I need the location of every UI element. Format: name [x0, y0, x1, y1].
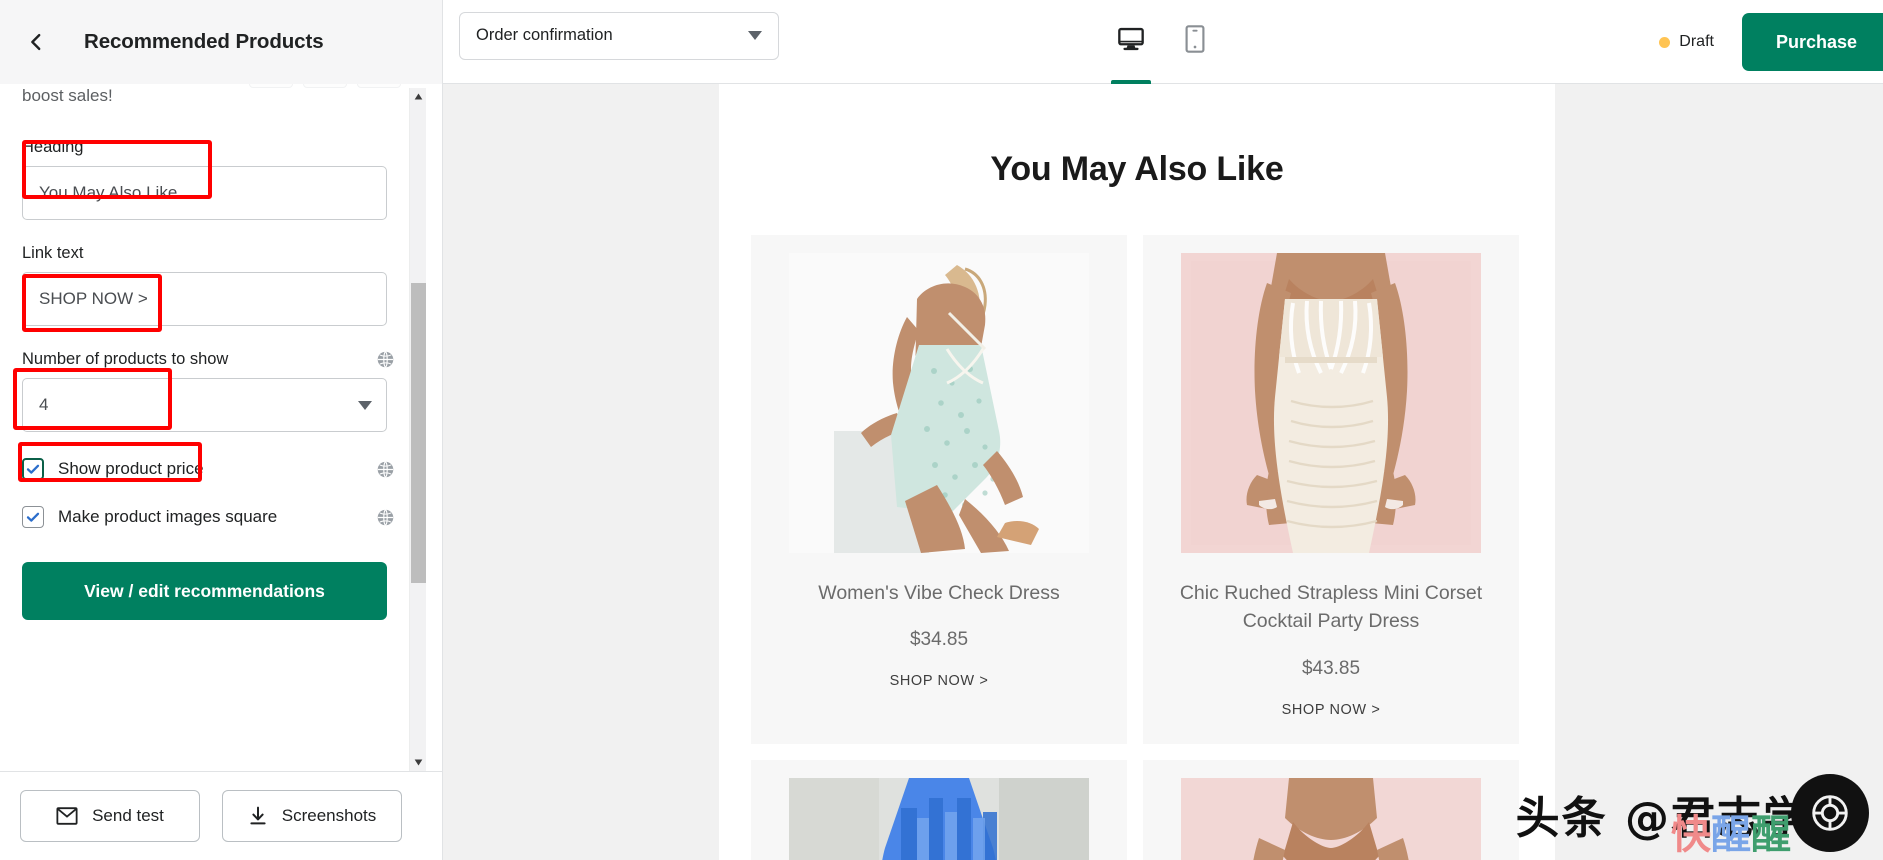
translate-globe-icon[interactable] [376, 460, 395, 479]
link-text-input[interactable]: SHOP NOW > [22, 272, 387, 326]
ghost-controls [249, 84, 401, 88]
checkbox-box[interactable] [22, 506, 44, 528]
scroll-down-button[interactable] [410, 754, 427, 771]
sidebar-footer: Send test Screenshots [0, 771, 442, 860]
top-bar-right: Draft Purchase [1659, 0, 1883, 84]
intro-text-partial: boost sales! [22, 84, 405, 114]
sidebar-scrollbar[interactable] [409, 88, 426, 771]
page-title: Recommended Products [84, 29, 324, 53]
field-product-count-label: Number of products to show [22, 350, 405, 369]
chevron-down-icon [748, 31, 762, 40]
checkbox-show-product-price[interactable]: Show product price [22, 458, 405, 480]
field-heading-label: Heading [22, 138, 84, 156]
panel-header: Recommended Products [0, 0, 443, 84]
chevron-down-icon [358, 400, 372, 410]
device-toggle [1108, 0, 1218, 84]
checkbox-box[interactable] [22, 458, 44, 480]
download-icon [250, 806, 266, 825]
product-illustration [789, 777, 1089, 860]
template-select-value: Order confirmation [476, 26, 613, 44]
screenshots-label: Screenshots [281, 806, 377, 825]
field-link-text: Link text SHOP NOW > [22, 244, 405, 326]
product-count-value: 4 [39, 395, 49, 414]
link-text-input-value: SHOP NOW > [39, 289, 148, 308]
product-count-select[interactable]: 4 [22, 378, 387, 432]
view-edit-recommendations-button[interactable]: View / edit recommendations [22, 562, 387, 620]
settings-sidebar: boost sales! Heading You May Also Like L… [0, 84, 443, 860]
caret-down-icon [414, 759, 423, 766]
heading-input-value: You May Also Like [39, 183, 178, 202]
scrollbar-thumb[interactable] [411, 283, 426, 583]
product-image [789, 253, 1089, 553]
product-image [789, 777, 1089, 860]
checkbox-label: Make product images square [58, 507, 278, 526]
status-badge: Draft [1659, 33, 1742, 51]
status-label: Draft [1679, 33, 1714, 50]
product-card[interactable]: Chic Ruched Strapless Mini Corset Cockta… [1143, 235, 1519, 744]
field-link-text-label: Link text [22, 244, 84, 262]
lifebuoy-icon [1812, 795, 1848, 831]
template-select[interactable]: Order confirmation [459, 11, 779, 60]
app-root: Recommended Products Order confirmation [0, 0, 1883, 860]
chevron-left-icon [31, 33, 41, 50]
product-illustration [1181, 777, 1481, 860]
product-name: Women's Vibe Check Dress [818, 582, 1060, 604]
screenshots-button[interactable]: Screenshots [222, 790, 402, 842]
purchase-button[interactable]: Purchase [1741, 13, 1883, 71]
email-body: You May Also Like Women's Vibe Check Dre… [719, 84, 1555, 860]
product-name: Chic Ruched Strapless Mini Corset Cockta… [1179, 582, 1483, 633]
product-card[interactable] [1143, 759, 1519, 860]
field-heading: Heading You May Also Like [22, 138, 405, 220]
product-image [1181, 777, 1481, 860]
product-cta[interactable]: SHOP NOW > [1282, 702, 1381, 718]
checkbox-label: Show product price [58, 459, 204, 478]
product-illustration [789, 253, 1089, 553]
checkbox-square-images[interactable]: Make product images square [22, 506, 405, 528]
product-price: $34.85 [909, 629, 969, 651]
mobile-icon [1185, 24, 1205, 53]
email-preview-canvas: You May Also Like Women's Vibe Check Dre… [443, 84, 1883, 860]
product-price: $43.85 [1301, 657, 1361, 679]
check-icon [26, 512, 40, 522]
product-card[interactable]: Women's Vibe Check Dress $34.85 SHOP NOW… [751, 235, 1127, 744]
translate-globe-icon[interactable] [376, 508, 395, 527]
product-cta[interactable]: SHOP NOW > [890, 673, 989, 689]
device-toggle-mobile[interactable] [1172, 11, 1218, 73]
back-button[interactable] [14, 20, 58, 64]
product-card[interactable] [751, 759, 1127, 860]
desktop-icon [1118, 27, 1144, 50]
product-grid: Women's Vibe Check Dress $34.85 SHOP NOW… [719, 189, 1555, 860]
translate-globe-icon[interactable] [376, 350, 395, 369]
top-bar: Recommended Products Order confirmation [0, 0, 1883, 84]
heading-input[interactable]: You May Also Like [22, 166, 387, 220]
device-toggle-desktop[interactable] [1108, 11, 1154, 84]
field-product-count: Number of products to show 4 [22, 350, 405, 432]
email-heading: You May Also Like [990, 150, 1284, 188]
product-illustration [1181, 253, 1481, 553]
send-test-label: Send test [92, 806, 164, 825]
check-icon [26, 464, 40, 474]
support-widget-button[interactable] [1791, 774, 1869, 852]
status-dot-icon [1659, 36, 1671, 48]
caret-up-icon [414, 93, 423, 100]
product-image [1181, 253, 1481, 553]
envelope-icon [56, 807, 78, 825]
scroll-up-button[interactable] [410, 88, 427, 105]
sidebar-scroll-area: boost sales! Heading You May Also Like L… [0, 84, 427, 771]
send-test-button[interactable]: Send test [20, 790, 200, 842]
